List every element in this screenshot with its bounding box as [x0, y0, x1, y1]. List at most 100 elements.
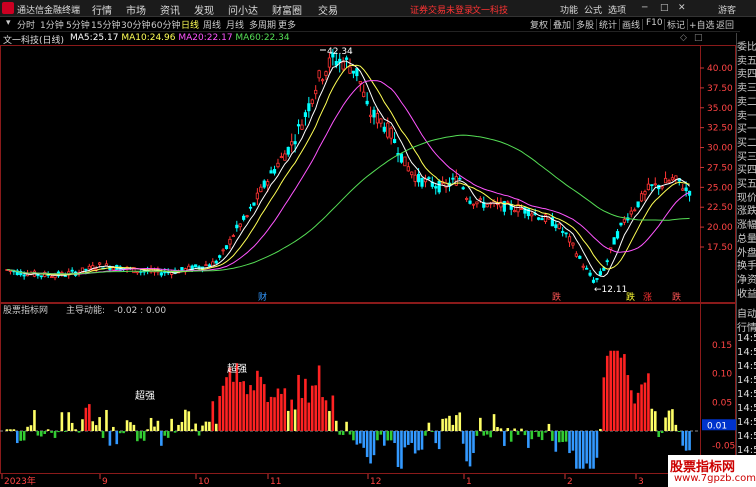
indicator-bar — [575, 431, 578, 469]
candle-body — [310, 99, 314, 105]
indicator-bar — [57, 431, 60, 433]
indicator-bar — [451, 424, 455, 431]
candle-body — [663, 177, 668, 184]
price-tick-label: 40.00 — [707, 64, 733, 74]
date-label: 12 — [370, 477, 381, 487]
indicator-bar — [633, 403, 636, 431]
indicator-bar — [15, 431, 19, 444]
indicator-bar — [12, 429, 16, 431]
indicator-bar — [653, 411, 657, 431]
indicator-bar — [331, 395, 335, 431]
indicator-bar — [225, 377, 228, 431]
kline-chart[interactable]: 40.00 37.50 35.00 32.50 30.00 27.50 25.00 22.50… — [0, 0, 736, 487]
candle-body — [684, 187, 688, 192]
indicator-bar — [286, 410, 290, 431]
indicator-bar — [194, 423, 197, 431]
indicator-bar — [98, 417, 101, 431]
indicator-bar — [650, 408, 654, 431]
candle-body — [605, 260, 609, 263]
indicator-bar — [674, 424, 678, 431]
indicator-bar — [139, 431, 143, 439]
price-tick-label: 27.50 — [707, 163, 733, 173]
marker-label: 涨 — [643, 292, 652, 303]
marker-label: 跌 — [626, 292, 635, 303]
indicator-bar — [197, 431, 201, 436]
indicator-bar — [369, 431, 372, 464]
indicator-bar — [475, 431, 479, 436]
indicator-bar — [297, 374, 300, 431]
candle-body — [588, 272, 592, 276]
indicator-bar — [252, 390, 256, 431]
indicator-bar — [424, 431, 427, 436]
indicator-bar — [612, 350, 616, 431]
candle-body — [674, 175, 678, 180]
indicator-bar — [448, 415, 451, 431]
indicator-bar — [434, 431, 438, 444]
indicator-bar — [36, 431, 40, 436]
candle-body — [595, 278, 599, 280]
indicator-bar — [629, 390, 633, 431]
indicator-zero-label: 0.01 — [707, 421, 727, 431]
indicator-bar — [184, 409, 187, 431]
indicator-bar — [667, 410, 671, 431]
indicator-bar — [245, 394, 249, 431]
indicator-bar — [314, 385, 317, 431]
indicator-bar — [544, 431, 547, 433]
indicator-bar — [221, 385, 225, 431]
candle-body — [471, 203, 476, 206]
candle-body — [235, 224, 239, 229]
price-tick-label: 20.00 — [707, 223, 733, 233]
indicator-bar — [214, 423, 218, 431]
indicator-bar — [581, 431, 585, 469]
indicator-bar — [485, 431, 489, 435]
indicator-bar — [499, 428, 503, 431]
candle-body — [612, 237, 616, 245]
candle-body — [334, 61, 338, 66]
candle-body — [272, 169, 277, 174]
indicator-bar — [455, 415, 458, 431]
indicator-bar — [238, 382, 242, 431]
indicator-bar — [362, 431, 366, 448]
indicator-bar — [70, 422, 74, 431]
indicator-bar — [170, 418, 173, 431]
ma60-line — [6, 134, 690, 275]
candle-body — [314, 89, 318, 95]
indicator-bar — [677, 431, 681, 432]
candle-body — [468, 200, 472, 204]
indicator-bar — [293, 409, 297, 431]
candle-body — [286, 146, 290, 155]
candle-body — [207, 264, 211, 267]
super-strong-label: 超强 — [135, 389, 155, 402]
indicator-bar — [492, 414, 496, 431]
candle-body — [416, 173, 421, 183]
indicator-bar — [437, 431, 441, 450]
candle-body — [554, 224, 558, 228]
candle-body — [266, 181, 270, 186]
indicator-bar — [19, 431, 23, 441]
indicator-bar — [91, 421, 95, 431]
indicator-bar — [132, 424, 136, 431]
indicator-bar — [153, 426, 156, 431]
indicator-bar — [338, 431, 342, 435]
indicator-bar — [551, 431, 554, 441]
candle-body — [375, 113, 380, 124]
indicator-bar — [506, 428, 510, 431]
indicator-bar — [67, 412, 71, 431]
indicator-bar — [472, 431, 475, 453]
candle-body — [351, 70, 356, 74]
indicator-bar — [163, 431, 167, 436]
indicator-bar — [568, 431, 571, 454]
indicator-bar — [177, 424, 180, 431]
indicator-bar — [280, 393, 283, 431]
candle-body — [506, 201, 510, 204]
candle-body — [49, 276, 54, 278]
indicator-bar — [684, 431, 688, 451]
candle-body — [293, 141, 297, 145]
indicator-bar — [29, 425, 33, 431]
candle-body — [622, 218, 627, 223]
candle-body — [403, 156, 407, 167]
indicator-bar — [420, 431, 424, 450]
candle-body — [681, 188, 685, 191]
indicator-bar — [156, 420, 160, 431]
indicator-bar — [671, 409, 674, 431]
